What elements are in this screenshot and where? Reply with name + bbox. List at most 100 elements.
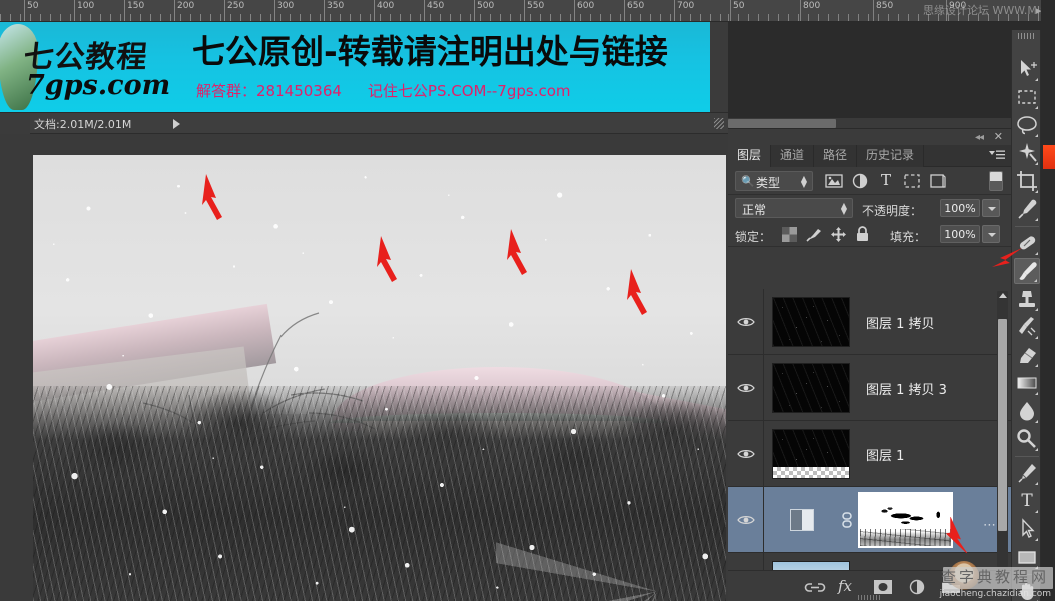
lock-all-icon[interactable] [855, 225, 870, 243]
move-tool[interactable] [1014, 56, 1040, 82]
horizontal-ruler-left[interactable]: 50 100 150 200 250 300 350 400 450 500 550 600 650 70… [0, 0, 728, 22]
horizontal-type-tool[interactable]: T [1014, 488, 1040, 514]
layer-visibility-cell[interactable] [728, 487, 764, 552]
clone-stamp-tool[interactable] [1014, 286, 1040, 312]
collapse-panel-icon[interactable]: ◂◂ [975, 132, 984, 143]
layer-thumbnail[interactable] [772, 297, 850, 347]
fill-dropdown-icon[interactable] [982, 225, 1000, 243]
layer-list-scrollbar-thumb[interactable] [998, 319, 1007, 531]
blend-mode-select[interactable]: 正常 ▲ ▼ [735, 198, 853, 218]
tab-layers[interactable]: 图层 [728, 145, 772, 167]
opacity-dropdown-icon[interactable] [982, 199, 1000, 217]
table-row[interactable]: 图层 1 拷贝 3 [728, 355, 1011, 421]
adjustment-layer-filter-icon[interactable] [850, 172, 870, 190]
layer-name[interactable]: 图层 1 拷贝 3 [866, 379, 947, 398]
type-layer-filter-icon[interactable]: T [876, 172, 896, 190]
lock-row: 锁定： 填充： 100% [728, 221, 1011, 247]
tab-channels[interactable]: 通道 [771, 145, 815, 167]
gradient-map-layer-icon[interactable] [790, 508, 814, 531]
gradient-tool[interactable] [1014, 370, 1040, 396]
layer-list-scrollbar[interactable] [997, 291, 1008, 567]
crop-tool[interactable] [1014, 168, 1040, 194]
layer-style-fx-icon[interactable]: fx [838, 578, 860, 596]
dodge-tool[interactable] [1014, 426, 1040, 452]
link-layers-icon[interactable] [804, 578, 826, 596]
ruler-tick-label: 700 [677, 1, 695, 11]
canvas-right-margin [710, 22, 728, 112]
table-row[interactable]: 图层 1 拷贝 [728, 289, 1011, 355]
canvas-area[interactable] [0, 134, 728, 601]
status-resize-handle[interactable] [0, 113, 30, 134]
add-layer-mask-icon[interactable] [872, 578, 894, 596]
new-adjustment-layer-icon[interactable] [906, 578, 928, 596]
filter-kind-select[interactable]: 🔍 类型 ▲ ▼ [735, 171, 813, 191]
eyedropper-tool[interactable] [1014, 196, 1040, 222]
tools-panel: T [1011, 30, 1041, 601]
filter-toggle-switch[interactable] [989, 171, 1003, 191]
layer-thumbnail[interactable] [772, 363, 850, 413]
horizontal-scrollbar-thumb[interactable] [728, 119, 836, 128]
ruler-tick-label: 800 [803, 1, 821, 11]
foreground-color-swatch[interactable] [1043, 145, 1055, 169]
hand-tool[interactable] [1014, 578, 1040, 601]
layer-thumbnail[interactable] [772, 429, 850, 479]
eye-icon[interactable] [737, 514, 755, 526]
rectangle-tool[interactable] [1014, 544, 1040, 570]
ruler-tick-label: 150 [127, 1, 145, 11]
toolbar-grip[interactable] [1018, 33, 1036, 39]
layer-list[interactable]: 图层 1 拷贝 图层 1 拷贝 3 图层 1 ⋯ [728, 289, 1011, 571]
layer-name[interactable]: 图层 1 [866, 445, 904, 464]
path-selection-tool[interactable] [1014, 516, 1040, 542]
pen-tool[interactable] [1014, 460, 1040, 486]
ruler-major-tick [624, 0, 625, 21]
layer-mask-thumbnail[interactable] [858, 492, 953, 548]
banner-note: 记住七公PS.COM--7gps.com [367, 82, 571, 100]
new-group-icon[interactable] [940, 578, 962, 596]
eraser-tool[interactable] [1014, 342, 1040, 368]
ruler-tick-label: 50 [27, 1, 39, 11]
panel-resize-grip[interactable] [857, 595, 882, 600]
tab-paths[interactable]: 路径 [814, 145, 858, 167]
panel-header: ◂◂ ✕ [728, 129, 1011, 145]
pixel-layer-filter-icon[interactable] [824, 172, 844, 190]
layer-visibility-cell[interactable] [728, 289, 764, 354]
status-popup-arrow-icon[interactable] [173, 119, 180, 129]
table-row[interactable]: ⋯ [728, 487, 1011, 556]
tab-history[interactable]: 历史记录 [857, 145, 925, 167]
lock-position-icon[interactable] [830, 226, 847, 243]
link-mask-icon[interactable] [840, 511, 854, 528]
shape-layer-filter-icon[interactable] [902, 172, 922, 190]
horizontal-ruler-right[interactable]: 50800850900 思缘设计论坛 WWW.MISSYUAN.COM [728, 0, 1055, 22]
table-row[interactable]: 1256349368481 [728, 553, 1011, 571]
spot-healing-brush-tool[interactable] [1014, 230, 1040, 256]
layer-visibility-cell[interactable] [728, 355, 764, 420]
lasso-tool[interactable] [1014, 112, 1040, 138]
canvas-image[interactable] [33, 155, 726, 601]
brush-tool[interactable] [1014, 258, 1040, 284]
ruler-major-tick [574, 0, 575, 21]
snow-overlay-fine [33, 155, 726, 601]
magic-wand-tool[interactable] [1014, 140, 1040, 166]
close-panel-icon[interactable]: ✕ [994, 130, 1003, 143]
layer-name[interactable]: 图层 1 拷贝 [866, 313, 935, 332]
scroll-up-arrow-icon[interactable] [999, 293, 1007, 298]
layer-visibility-cell[interactable] [728, 421, 764, 486]
panel-menu-icon[interactable] [989, 149, 1005, 162]
eye-icon[interactable] [737, 448, 755, 460]
fill-value[interactable]: 100% [940, 225, 980, 243]
smart-object-filter-icon[interactable] [928, 172, 948, 190]
lock-image-pixels-icon[interactable] [805, 226, 823, 243]
blur-tool[interactable] [1014, 398, 1040, 424]
thumbnail-content [773, 298, 849, 346]
layer-visibility-cell[interactable] [728, 553, 764, 571]
opacity-value[interactable]: 100% [940, 199, 980, 217]
ruler-major-tick [474, 0, 475, 21]
layer-overflow-icon[interactable]: ⋯ [983, 518, 997, 533]
eye-icon[interactable] [737, 382, 755, 394]
history-brush-tool[interactable] [1014, 314, 1040, 340]
lock-transparent-pixels-icon[interactable] [782, 227, 797, 242]
site-logo: 七公教程 7gps.com [0, 24, 186, 110]
table-row[interactable]: 图层 1 [728, 421, 1011, 487]
eye-icon[interactable] [737, 316, 755, 328]
rectangular-marquee-tool[interactable] [1014, 84, 1040, 110]
